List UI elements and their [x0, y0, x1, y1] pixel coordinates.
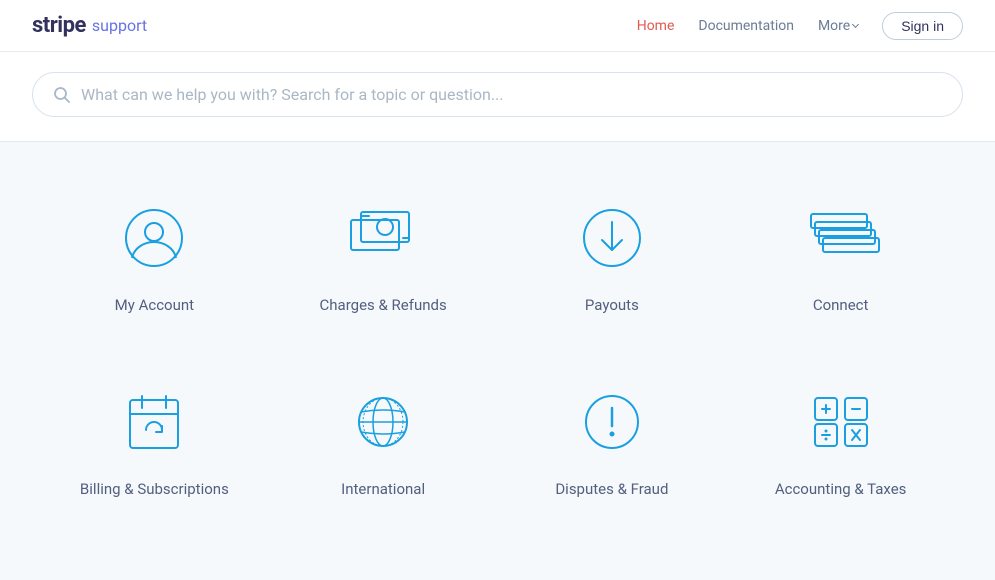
charges-refunds-icon	[343, 198, 423, 278]
icon-grid: My Account Charges & Refunds	[40, 174, 955, 522]
my-account-icon	[114, 198, 194, 278]
connect-icon	[801, 198, 881, 278]
my-account-label: My Account	[115, 296, 194, 314]
international-icon	[343, 382, 423, 462]
search-icon	[53, 86, 71, 104]
nav-home[interactable]: Home	[637, 18, 675, 34]
categories-grid: My Account Charges & Refunds	[0, 142, 995, 554]
category-charges-refunds[interactable]: Charges & Refunds	[269, 174, 498, 338]
payouts-label: Payouts	[585, 296, 639, 314]
disputes-fraud-label: Disputes & Fraud	[555, 480, 668, 498]
sign-in-button[interactable]: Sign in	[882, 12, 963, 40]
header: stripe support Home Documentation More S…	[0, 0, 995, 52]
nav-more[interactable]: More	[818, 18, 858, 34]
main-nav: Home Documentation More Sign in	[637, 12, 963, 40]
billing-subscriptions-label: Billing & Subscriptions	[80, 480, 229, 498]
accounting-taxes-label: Accounting & Taxes	[775, 480, 907, 498]
logo-group: stripe support	[32, 13, 147, 38]
international-label: International	[341, 480, 425, 498]
search-section: What can we help you with? Search for a …	[0, 52, 995, 142]
chevron-down-icon	[852, 21, 859, 28]
category-billing-subscriptions[interactable]: Billing & Subscriptions	[40, 358, 269, 522]
charges-refunds-label: Charges & Refunds	[320, 296, 447, 314]
search-bar[interactable]: What can we help you with? Search for a …	[32, 72, 963, 117]
support-label: support	[92, 16, 147, 35]
category-my-account[interactable]: My Account	[40, 174, 269, 338]
payouts-icon	[572, 198, 652, 278]
connect-label: Connect	[813, 296, 869, 314]
nav-documentation[interactable]: Documentation	[698, 18, 794, 34]
search-placeholder: What can we help you with? Search for a …	[81, 85, 942, 104]
category-disputes-fraud[interactable]: Disputes & Fraud	[498, 358, 727, 522]
billing-subscriptions-icon	[114, 382, 194, 462]
category-accounting-taxes[interactable]: Accounting & Taxes	[726, 358, 955, 522]
accounting-taxes-icon	[801, 382, 881, 462]
category-connect[interactable]: Connect	[726, 174, 955, 338]
category-payouts[interactable]: Payouts	[498, 174, 727, 338]
category-international[interactable]: International	[269, 358, 498, 522]
stripe-logo: stripe	[32, 13, 86, 38]
disputes-fraud-icon	[572, 382, 652, 462]
